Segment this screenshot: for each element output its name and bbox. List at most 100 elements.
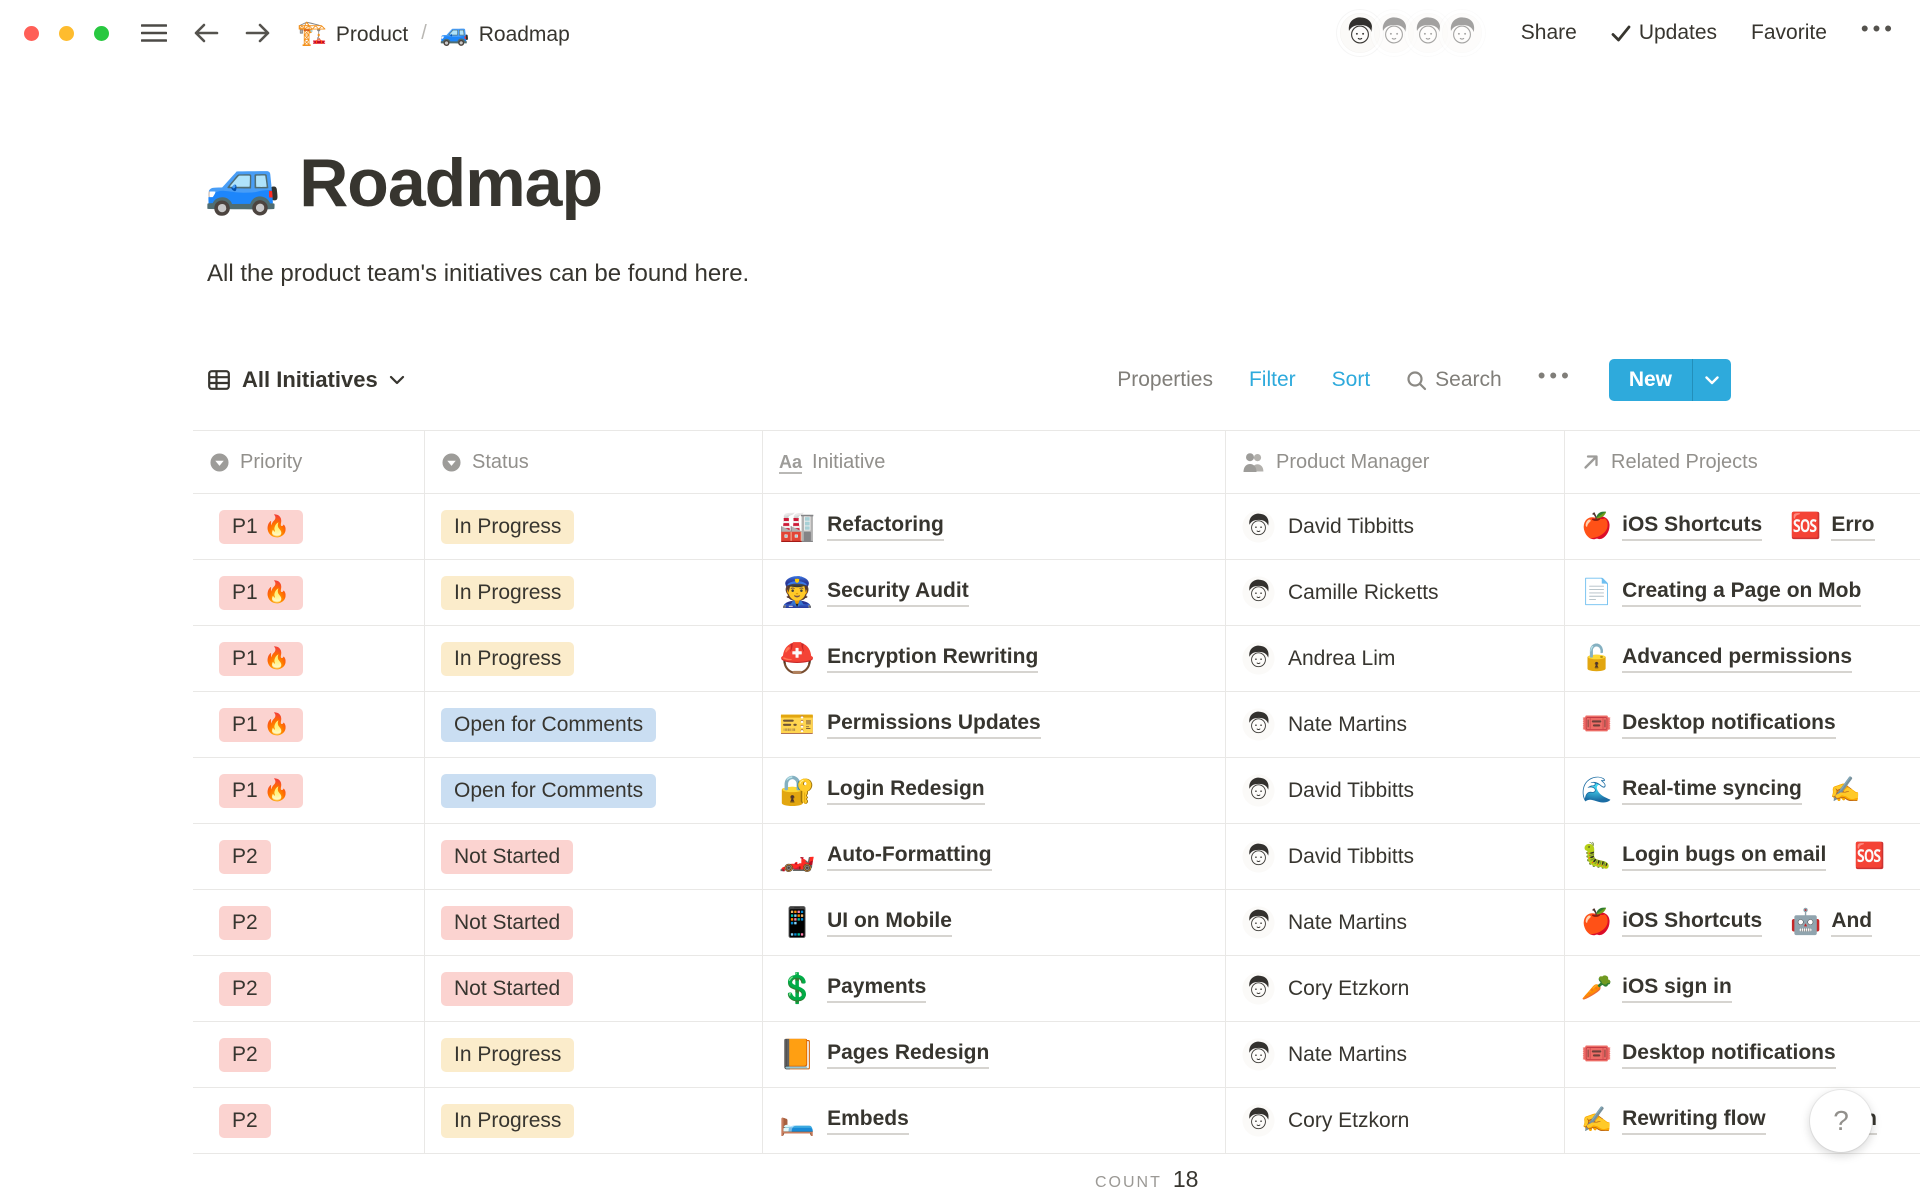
status-pill[interactable]: In Progress (441, 1104, 574, 1138)
cell-related-projects[interactable]: 📄Creating a Page on Mob (1565, 560, 1920, 625)
search-button[interactable]: Search (1406, 368, 1502, 392)
cell-priority[interactable]: P2 (193, 1022, 425, 1087)
cell-status[interactable]: Open for Comments (425, 692, 763, 757)
related-project[interactable]: 🥕iOS sign in (1581, 974, 1732, 1003)
cell-initiative[interactable]: 💲Payments (763, 956, 1226, 1021)
column-header-product-manager[interactable]: Product Manager (1226, 431, 1565, 493)
initiative-link[interactable]: Auto-Formatting (827, 843, 991, 871)
initiative-link[interactable]: UI on Mobile (827, 909, 952, 937)
avatar[interactable] (1439, 10, 1485, 56)
related-project-link[interactable]: Login bugs on email (1622, 843, 1826, 871)
new-button[interactable]: New (1609, 359, 1731, 401)
cell-priority[interactable]: P2 (193, 890, 425, 955)
zoom-window-button[interactable] (94, 26, 109, 41)
related-project[interactable]: 🍎iOS Shortcuts (1581, 512, 1762, 541)
close-window-button[interactable] (24, 26, 39, 41)
column-header-initiative[interactable]: AaInitiative (763, 431, 1226, 493)
cell-priority[interactable]: P1 🔥 (193, 494, 425, 559)
status-pill[interactable]: Not Started (441, 972, 573, 1006)
cell-initiative[interactable]: 📱UI on Mobile (763, 890, 1226, 955)
related-project-link[interactable]: Rewriting flow (1622, 1107, 1766, 1135)
priority-pill[interactable]: P1 🔥 (219, 708, 303, 742)
cell-initiative[interactable]: 📙Pages Redesign (763, 1022, 1226, 1087)
cell-status[interactable]: Not Started (425, 956, 763, 1021)
initiative-link[interactable]: Security Audit (827, 579, 969, 607)
cell-related-projects[interactable]: 🔓Advanced permissions (1565, 626, 1920, 691)
related-project[interactable]: 🌊Real-time syncing (1581, 776, 1802, 805)
collaborator-avatars[interactable] (1337, 10, 1485, 56)
view-more-options-icon[interactable]: ••• (1538, 371, 1573, 389)
cell-product-manager[interactable]: Cory Etzkorn (1226, 1088, 1565, 1153)
status-pill[interactable]: Open for Comments (441, 774, 656, 808)
cell-product-manager[interactable]: Camille Ricketts (1226, 560, 1565, 625)
column-header-related-projects[interactable]: Related Projects (1565, 431, 1920, 493)
properties-button[interactable]: Properties (1117, 368, 1213, 392)
priority-pill[interactable]: P1 🔥 (219, 642, 303, 676)
share-button[interactable]: Share (1521, 21, 1577, 45)
status-pill[interactable]: In Progress (441, 1038, 574, 1072)
initiative-link[interactable]: Encryption Rewriting (827, 645, 1038, 673)
cell-priority[interactable]: P2 (193, 956, 425, 1021)
cell-product-manager[interactable]: David Tibbitts (1226, 494, 1565, 559)
new-button-label[interactable]: New (1609, 359, 1692, 401)
breadcrumb-roadmap[interactable]: 🚙Roadmap (440, 19, 570, 48)
cell-status[interactable]: Not Started (425, 824, 763, 889)
sort-button[interactable]: Sort (1332, 368, 1371, 392)
cell-initiative[interactable]: 👮Security Audit (763, 560, 1226, 625)
status-pill[interactable]: Not Started (441, 906, 573, 940)
page-title[interactable]: Roadmap (299, 144, 602, 222)
cell-status[interactable]: In Progress (425, 494, 763, 559)
cell-initiative[interactable]: ⛑️Encryption Rewriting (763, 626, 1226, 691)
new-button-dropdown[interactable] (1692, 359, 1731, 401)
cell-status[interactable]: Not Started (425, 890, 763, 955)
priority-pill[interactable]: P2 (219, 840, 271, 874)
page-description[interactable]: All the product team's initiatives can b… (207, 260, 749, 288)
cell-status[interactable]: In Progress (425, 626, 763, 691)
related-project[interactable]: 🎟️Desktop notifications (1581, 1040, 1836, 1069)
cell-priority[interactable]: P1 🔥 (193, 560, 425, 625)
cell-related-projects[interactable]: 🍎iOS Shortcuts🤖And (1565, 890, 1920, 955)
related-project-link[interactable]: Advanced permissions (1622, 645, 1852, 673)
related-project[interactable]: ✍️Rewriting flow (1581, 1106, 1766, 1135)
cell-status[interactable]: In Progress (425, 560, 763, 625)
related-project[interactable]: 📄Creating a Page on Mob (1581, 578, 1861, 607)
initiative-link[interactable]: Refactoring (827, 513, 944, 541)
related-project[interactable]: 🆘 (1854, 842, 1895, 871)
column-header-status[interactable]: Status (425, 431, 763, 493)
updates-button[interactable]: Updates (1611, 21, 1717, 45)
cell-priority[interactable]: P1 🔥 (193, 626, 425, 691)
breadcrumb-product[interactable]: 🏗️Product (297, 19, 408, 48)
initiative-link[interactable]: Login Redesign (827, 777, 985, 805)
related-project[interactable]: ✍️ (1830, 776, 1871, 805)
minimize-window-button[interactable] (59, 26, 74, 41)
priority-pill[interactable]: P1 🔥 (219, 576, 303, 610)
related-project[interactable]: 🐛Login bugs on email (1581, 842, 1826, 871)
related-project-link[interactable]: Desktop notifications (1622, 711, 1836, 739)
status-pill[interactable]: In Progress (441, 510, 574, 544)
cell-initiative[interactable]: 🛏️Embeds (763, 1088, 1226, 1153)
related-project-link[interactable]: Creating a Page on Mob (1622, 579, 1861, 607)
initiative-link[interactable]: Pages Redesign (827, 1041, 989, 1069)
cell-priority[interactable]: P2 (193, 824, 425, 889)
cell-product-manager[interactable]: David Tibbitts (1226, 758, 1565, 823)
cell-priority[interactable]: P2 (193, 1088, 425, 1153)
help-button[interactable]: ? (1810, 1090, 1872, 1152)
favorite-button[interactable]: Favorite (1751, 21, 1827, 45)
cell-related-projects[interactable]: 🍎iOS Shortcuts🆘Erro (1565, 494, 1920, 559)
sidebar-menu-icon[interactable] (141, 23, 167, 43)
column-header-priority[interactable]: Priority (193, 431, 425, 493)
priority-pill[interactable]: P2 (219, 1038, 271, 1072)
priority-pill[interactable]: P2 (219, 1104, 271, 1138)
status-pill[interactable]: Not Started (441, 840, 573, 874)
cell-status[interactable]: In Progress (425, 1022, 763, 1087)
status-pill[interactable]: In Progress (441, 576, 574, 610)
related-project-link[interactable]: iOS Shortcuts (1622, 513, 1762, 541)
related-project-link[interactable]: Erro (1831, 513, 1874, 541)
cell-related-projects[interactable]: 🐛Login bugs on email 🆘 (1565, 824, 1920, 889)
cell-related-projects[interactable]: 🎟️Desktop notifications (1565, 692, 1920, 757)
cell-product-manager[interactable]: David Tibbitts (1226, 824, 1565, 889)
priority-pill[interactable]: P2 (219, 906, 271, 940)
back-arrow-icon[interactable] (193, 22, 219, 44)
cell-product-manager[interactable]: Nate Martins (1226, 890, 1565, 955)
priority-pill[interactable]: P1 🔥 (219, 774, 303, 808)
